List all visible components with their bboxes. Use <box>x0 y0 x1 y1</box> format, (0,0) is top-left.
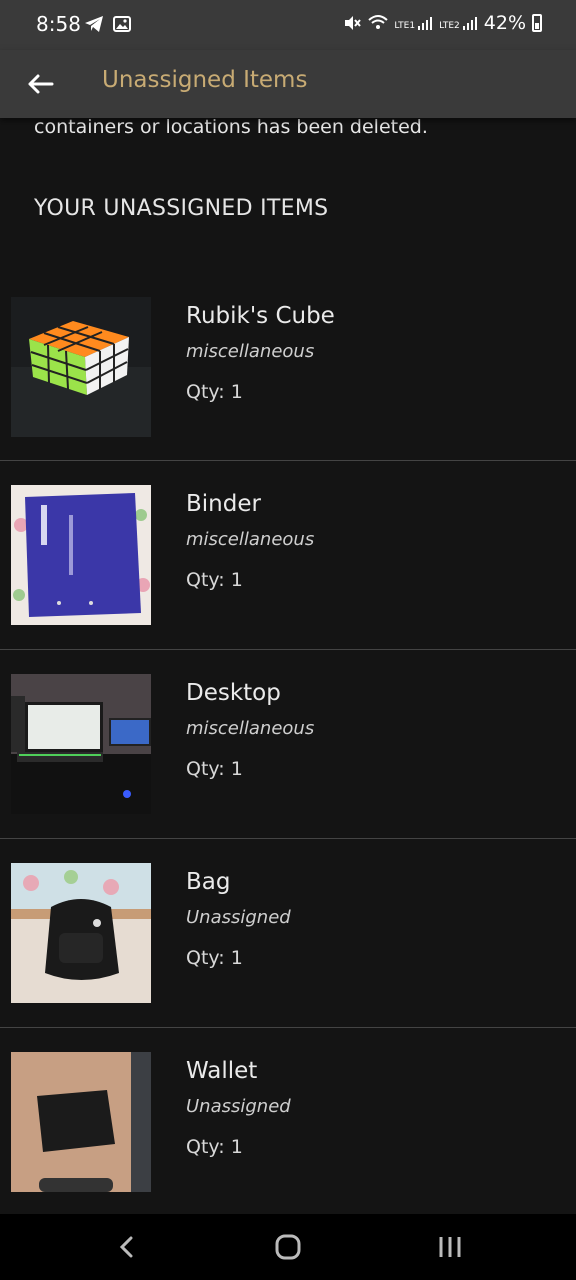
telegram-icon <box>85 16 103 32</box>
item-name: Desktop <box>186 680 281 706</box>
item-category: miscellaneous <box>186 529 315 550</box>
list-item[interactable]: Bag Unassigned Qty: 1 <box>0 839 576 1028</box>
item-thumbnail-binder <box>11 485 151 625</box>
item-category: Unassigned <box>186 1096 291 1117</box>
description-text: containers or locations has been deleted… <box>34 118 428 138</box>
content-area[interactable]: containers or locations has been deleted… <box>0 118 576 1214</box>
item-thumbnail-bag <box>11 863 151 1003</box>
list-item[interactable]: Rubik's Cube miscellaneous Qty: 1 <box>0 273 576 461</box>
item-quantity: Qty: 1 <box>186 947 243 969</box>
list-item[interactable]: Desktop miscellaneous Qty: 1 <box>0 650 576 839</box>
item-name: Rubik's Cube <box>186 303 335 329</box>
nav-home-icon[interactable] <box>271 1230 305 1264</box>
lte1-label: LTE1 <box>394 21 416 31</box>
items-list: Rubik's Cube miscellaneous Qty: 1 Binder… <box>0 273 576 1214</box>
page-title: Unassigned Items <box>102 67 308 93</box>
lte2-signal-icon: LTE2 <box>439 15 478 31</box>
back-arrow-icon[interactable] <box>24 68 56 100</box>
wifi-icon <box>368 15 389 29</box>
lte2-label: LTE2 <box>439 21 460 31</box>
item-thumbnail-rubiks-cube <box>11 297 151 437</box>
battery-percent: 42% <box>483 12 526 34</box>
item-category: Unassigned <box>186 907 291 928</box>
item-quantity: Qty: 1 <box>186 381 243 403</box>
item-quantity: Qty: 1 <box>186 758 243 780</box>
app-bar: Unassigned Items <box>0 50 576 118</box>
section-title: YOUR UNASSIGNED ITEMS <box>34 196 329 221</box>
system-nav-bar <box>0 1214 576 1280</box>
item-thumbnail-wallet <box>11 1052 151 1192</box>
status-time: 8:58 <box>36 12 81 36</box>
nav-recents-icon[interactable] <box>433 1230 467 1264</box>
mute-icon <box>345 16 362 30</box>
item-quantity: Qty: 1 <box>186 569 243 591</box>
status-bar: 8:58 LTE1 LTE2 42% <box>0 0 576 50</box>
item-category: miscellaneous <box>186 341 315 362</box>
item-quantity: Qty: 1 <box>186 1136 243 1158</box>
nav-back-icon[interactable] <box>110 1230 144 1264</box>
item-thumbnail-desktop <box>11 674 151 814</box>
item-category: miscellaneous <box>186 718 315 739</box>
list-item[interactable]: Binder miscellaneous Qty: 1 <box>0 461 576 650</box>
lte1-signal-icon: LTE1 <box>394 15 433 31</box>
image-icon <box>113 16 131 32</box>
battery-icon <box>532 14 542 32</box>
item-name: Binder <box>186 491 261 517</box>
item-name: Bag <box>186 869 231 895</box>
item-name: Wallet <box>186 1058 258 1084</box>
list-item[interactable]: Wallet Unassigned Qty: 1 <box>0 1028 576 1214</box>
